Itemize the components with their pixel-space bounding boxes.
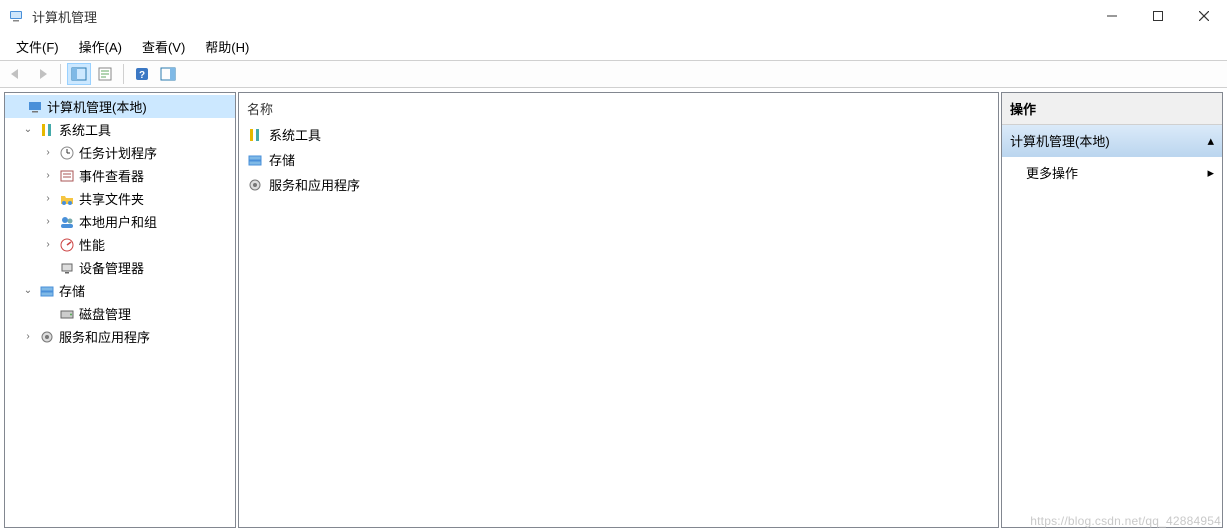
- actions-more[interactable]: 更多操作 ▸: [1002, 157, 1222, 188]
- tree-system-tools[interactable]: ⌄ 系统工具: [5, 118, 235, 141]
- collapse-icon[interactable]: ▴: [1207, 133, 1214, 149]
- maximize-button[interactable]: [1135, 0, 1181, 32]
- tree-device-manager[interactable]: 设备管理器: [5, 256, 235, 279]
- menu-file[interactable]: 文件(F): [6, 33, 69, 60]
- computer-icon: [27, 99, 43, 115]
- forward-button[interactable]: [30, 63, 54, 85]
- menu-action[interactable]: 操作(A): [69, 33, 132, 60]
- column-header-name[interactable]: 名称: [239, 93, 998, 122]
- tree-label: 共享文件夹: [79, 189, 144, 208]
- expand-icon[interactable]: ›: [41, 170, 55, 181]
- tree-shared-folders[interactable]: › 共享文件夹: [5, 187, 235, 210]
- actions-pane: 操作 计算机管理(本地) ▴ 更多操作 ▸: [1001, 92, 1223, 528]
- tree-label: 性能: [79, 235, 105, 254]
- properties-button[interactable]: [93, 63, 117, 85]
- gear-icon: [247, 177, 263, 193]
- toolbar: ?: [0, 60, 1227, 88]
- chevron-right-icon: ▸: [1207, 165, 1214, 181]
- menu-view[interactable]: 查看(V): [132, 33, 195, 60]
- expand-icon[interactable]: ›: [41, 147, 55, 158]
- tools-icon: [247, 127, 263, 143]
- actions-more-label: 更多操作: [1026, 163, 1078, 182]
- tree-storage[interactable]: ⌄ 存储: [5, 279, 235, 302]
- tools-icon: [39, 122, 55, 138]
- expand-icon[interactable]: ›: [41, 239, 55, 250]
- close-button[interactable]: [1181, 0, 1227, 32]
- tree-task-scheduler[interactable]: › 任务计划程序: [5, 141, 235, 164]
- device-icon: [59, 260, 75, 276]
- expand-icon[interactable]: ›: [21, 331, 35, 342]
- tree-label: 磁盘管理: [79, 304, 131, 323]
- window-title: 计算机管理: [32, 7, 1089, 26]
- app-icon: [8, 8, 24, 24]
- help-button[interactable]: ?: [130, 63, 154, 85]
- tree-label: 计算机管理(本地): [47, 97, 147, 116]
- tree-pane: 计算机管理(本地) ⌄ 系统工具 › 任务计划程序 › 事件查看器 › 共享文件: [4, 92, 236, 528]
- actions-header: 操作: [1002, 93, 1222, 125]
- back-button[interactable]: [4, 63, 28, 85]
- tree-label: 任务计划程序: [79, 143, 157, 162]
- disk-icon: [59, 306, 75, 322]
- tree-label: 事件查看器: [79, 166, 144, 185]
- tree-label: 设备管理器: [79, 258, 144, 277]
- list-item-label: 系统工具: [269, 125, 321, 144]
- event-log-icon: [59, 168, 75, 184]
- list-item[interactable]: 存储: [239, 147, 998, 172]
- minimize-button[interactable]: [1089, 0, 1135, 32]
- collapse-icon[interactable]: ⌄: [21, 285, 35, 296]
- show-action-pane-button[interactable]: [156, 63, 180, 85]
- list-item-label: 存储: [269, 150, 295, 169]
- list-pane: 名称 系统工具 存储 服务和应用程序: [238, 92, 999, 528]
- tree-root[interactable]: 计算机管理(本地): [5, 95, 235, 118]
- actions-group-label: 计算机管理(本地): [1010, 131, 1110, 150]
- content-area: 计算机管理(本地) ⌄ 系统工具 › 任务计划程序 › 事件查看器 › 共享文件: [0, 88, 1227, 532]
- list-item[interactable]: 服务和应用程序: [239, 172, 998, 197]
- menubar: 文件(F) 操作(A) 查看(V) 帮助(H): [0, 32, 1227, 60]
- tree-label: 服务和应用程序: [59, 327, 150, 346]
- window-controls: [1089, 0, 1227, 32]
- tree-label: 存储: [59, 281, 85, 300]
- toolbar-separator: [60, 64, 61, 84]
- collapse-icon[interactable]: ⌄: [21, 124, 35, 135]
- show-hide-tree-button[interactable]: [67, 63, 91, 85]
- toolbar-separator: [123, 64, 124, 84]
- tree-performance[interactable]: › 性能: [5, 233, 235, 256]
- tree: 计算机管理(本地) ⌄ 系统工具 › 任务计划程序 › 事件查看器 › 共享文件: [5, 93, 235, 350]
- gear-icon: [39, 329, 55, 345]
- tree-event-viewer[interactable]: › 事件查看器: [5, 164, 235, 187]
- expand-icon[interactable]: ›: [41, 193, 55, 204]
- performance-icon: [59, 237, 75, 253]
- users-icon: [59, 214, 75, 230]
- list-item-label: 服务和应用程序: [269, 175, 360, 194]
- tree-services-apps[interactable]: › 服务和应用程序: [5, 325, 235, 348]
- tree-disk-management[interactable]: 磁盘管理: [5, 302, 235, 325]
- actions-group-title[interactable]: 计算机管理(本地) ▴: [1002, 125, 1222, 157]
- clock-icon: [59, 145, 75, 161]
- storage-icon: [247, 152, 263, 168]
- tree-local-users-groups[interactable]: › 本地用户和组: [5, 210, 235, 233]
- expand-icon[interactable]: ›: [41, 216, 55, 227]
- tree-label: 本地用户和组: [79, 212, 157, 231]
- svg-text:?: ?: [139, 70, 145, 81]
- titlebar: 计算机管理: [0, 0, 1227, 32]
- list-item[interactable]: 系统工具: [239, 122, 998, 147]
- tree-label: 系统工具: [59, 120, 111, 139]
- menu-help[interactable]: 帮助(H): [195, 33, 259, 60]
- storage-icon: [39, 283, 55, 299]
- shared-folder-icon: [59, 191, 75, 207]
